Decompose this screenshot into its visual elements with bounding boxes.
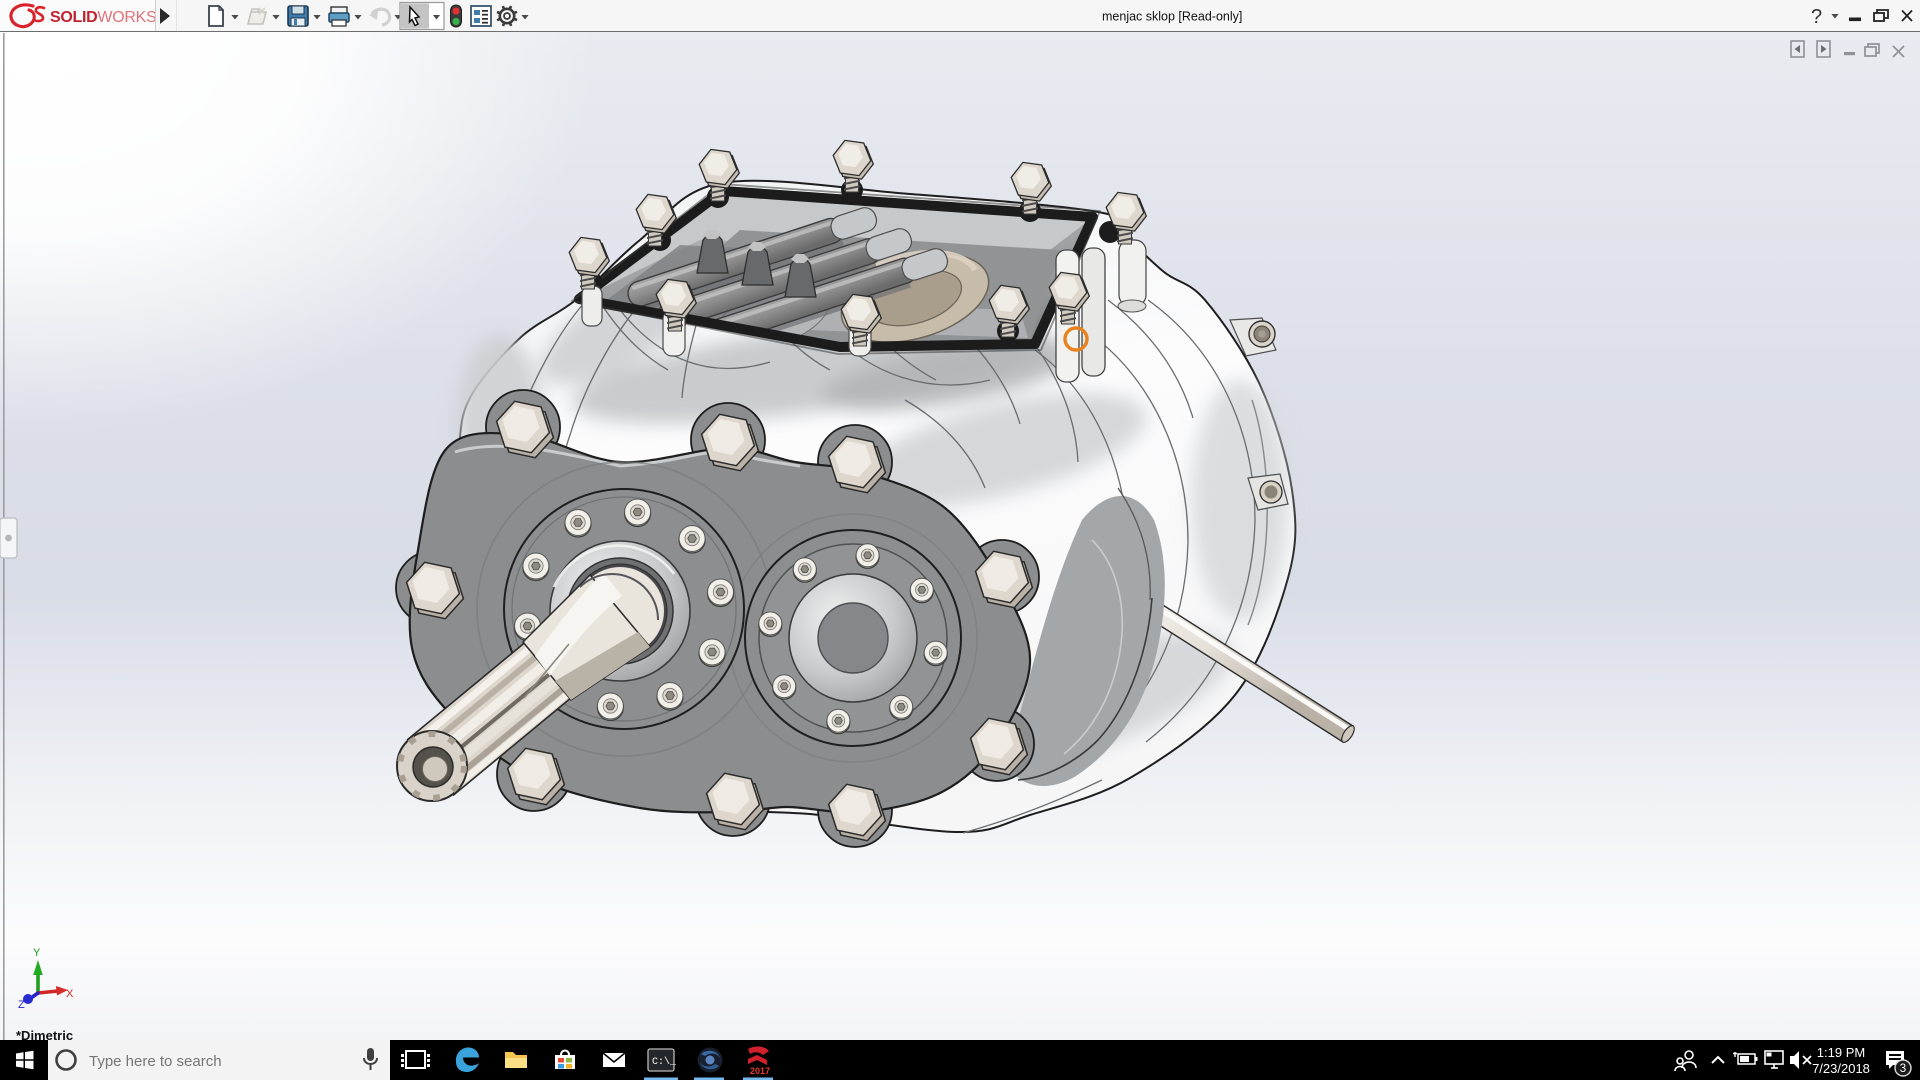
svg-text:menjac sklop [Read-only]: menjac sklop [Read-only] bbox=[1102, 10, 1242, 24]
svg-text:1:19 PM: 1:19 PM bbox=[1817, 1045, 1865, 1060]
svg-text:C:\_: C:\_ bbox=[652, 1056, 677, 1068]
svg-text:3: 3 bbox=[1900, 1063, 1906, 1075]
svg-text:X: X bbox=[66, 988, 74, 1000]
svg-text:2017: 2017 bbox=[750, 1066, 770, 1076]
svg-text:Y: Y bbox=[33, 947, 41, 959]
svg-text:7/23/2018: 7/23/2018 bbox=[1812, 1061, 1870, 1076]
svg-text:?: ? bbox=[1811, 6, 1822, 28]
svg-text:Z: Z bbox=[18, 999, 25, 1011]
svg-text:Type here to search: Type here to search bbox=[89, 1053, 222, 1070]
svg-text:SOLIDWORKS: SOLIDWORKS bbox=[50, 9, 156, 26]
svg-text:*Dimetric: *Dimetric bbox=[16, 1028, 73, 1040]
